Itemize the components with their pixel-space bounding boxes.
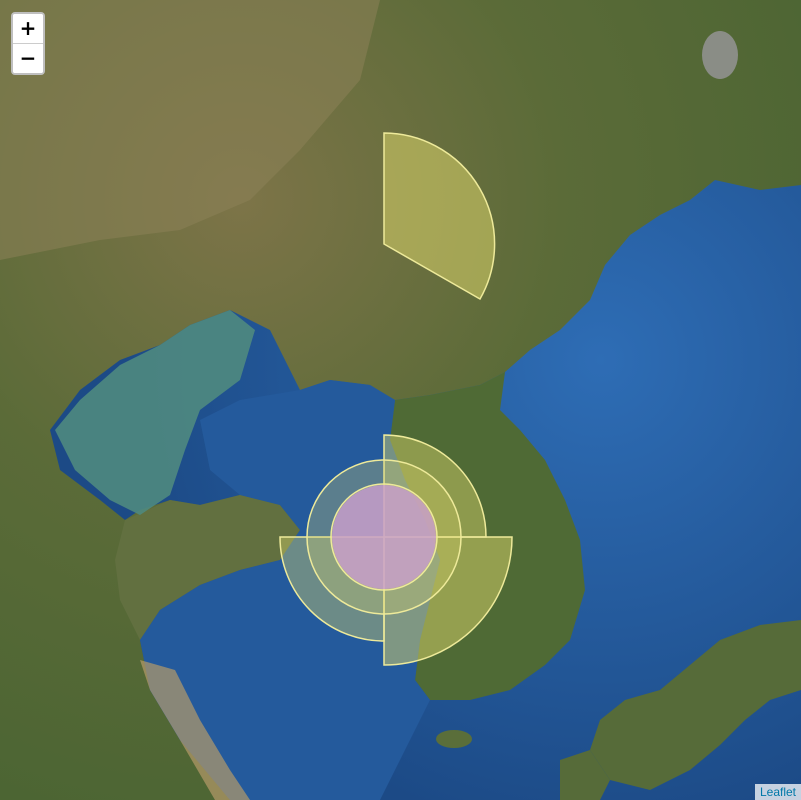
zoom-control: + − <box>11 12 45 75</box>
zoom-out-button[interactable]: − <box>13 43 43 73</box>
zoom-in-button[interactable]: + <box>13 14 43 43</box>
lake <box>702 31 738 79</box>
map-canvas[interactable] <box>0 0 801 800</box>
jeju-island <box>436 730 472 748</box>
attribution-link[interactable]: Leaflet <box>754 784 801 800</box>
